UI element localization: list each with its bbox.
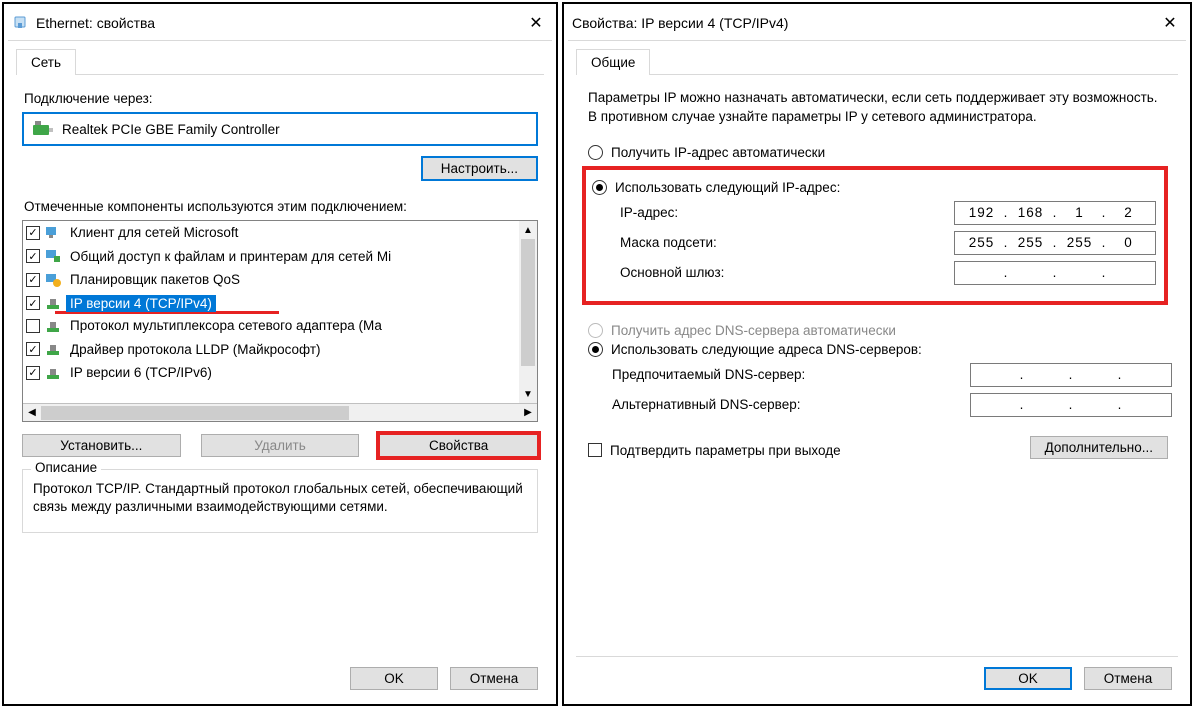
checkbox-icon[interactable] <box>26 249 40 263</box>
gateway-input[interactable]: . . . <box>954 261 1156 285</box>
titlebar: Свойства: IP версии 4 (TCP/IPv4) ✕ <box>564 4 1190 40</box>
close-icon[interactable]: ✕ <box>524 11 548 35</box>
ip-address-input[interactable]: 192. 168. 1. 2 <box>954 201 1156 225</box>
alt-dns-label: Альтернативный DNS-сервер: <box>612 397 970 412</box>
checkbox-icon[interactable] <box>26 342 40 356</box>
ethernet-plug-icon <box>12 15 28 31</box>
horizontal-scrollbar[interactable]: ◀ ▶ <box>23 403 537 421</box>
preferred-dns-input[interactable]: . . . <box>970 363 1172 387</box>
adapter-box[interactable]: Realtek PCIe GBE Family Controller <box>22 112 538 146</box>
gateway-row: Основной шлюз: . . . <box>620 261 1156 285</box>
component-label: Клиент для сетей Microsoft <box>66 224 242 241</box>
ok-button[interactable]: OK <box>350 667 438 690</box>
scroll-thumb[interactable] <box>521 239 535 366</box>
description-group: Описание Протокол TCP/IP. Стандартный пр… <box>22 469 538 533</box>
preferred-dns-row: Предпочитаемый DNS-сервер: . . . <box>612 363 1172 387</box>
radio-icon[interactable] <box>588 342 603 357</box>
components-label: Отмеченные компоненты используются этим … <box>24 199 538 214</box>
scroll-up-icon[interactable]: ▲ <box>519 221 537 239</box>
manual-ip-highlight-box: Использовать следующий IP-адрес: IP-адре… <box>582 166 1168 305</box>
component-label: Протокол мультиплексора сетевого адаптер… <box>66 317 386 334</box>
description-title: Описание <box>31 460 101 475</box>
ip-address-label: IP-адрес: <box>620 205 954 220</box>
close-icon[interactable]: ✕ <box>1158 11 1182 35</box>
vertical-scrollbar[interactable]: ▲ ▼ <box>519 221 537 403</box>
ethernet-properties-dialog: Ethernet: свойства ✕ Сеть Подключение че… <box>2 2 558 706</box>
checkbox-icon[interactable] <box>26 273 40 287</box>
cancel-button[interactable]: Отмена <box>1084 667 1172 690</box>
ip-address-row: IP-адрес: 192. 168. 1. 2 <box>620 201 1156 225</box>
scroll-right-icon[interactable]: ▶ <box>519 404 537 422</box>
advanced-button[interactable]: Дополнительно... <box>1030 436 1168 459</box>
titlebar: Ethernet: свойства ✕ <box>4 4 556 40</box>
network-item-icon <box>44 295 62 311</box>
scroll-left-icon[interactable]: ◀ <box>23 404 41 422</box>
ipv4-properties-dialog: Свойства: IP версии 4 (TCP/IPv4) ✕ Общие… <box>562 2 1192 706</box>
checkbox-icon[interactable] <box>26 226 40 240</box>
component-row[interactable]: Общий доступ к файлам и принтерам для се… <box>23 245 537 269</box>
network-item-icon <box>44 225 62 241</box>
component-label: Общий доступ к файлам и принтерам для се… <box>66 248 395 265</box>
cancel-button[interactable]: Отмена <box>450 667 538 690</box>
dialog-title: Ethernet: свойства <box>36 15 524 31</box>
configure-button[interactable]: Настроить... <box>421 156 538 181</box>
radio-icon[interactable] <box>592 180 607 195</box>
alt-dns-row: Альтернативный DNS-сервер: . . . <box>612 393 1172 417</box>
intro-text: Параметры IP можно назначать автоматичес… <box>588 89 1166 127</box>
description-text: Протокол TCP/IP. Стандартный протокол гл… <box>33 480 527 516</box>
component-label: Планировщик пакетов QoS <box>66 271 244 288</box>
tab-general[interactable]: Общие <box>576 49 650 75</box>
tab-strip: Общие <box>564 41 1190 75</box>
checkbox-icon[interactable] <box>26 296 40 310</box>
radio-icon[interactable] <box>588 145 603 160</box>
radio-auto-ip[interactable]: Получить IP-адрес автоматически <box>588 145 1172 160</box>
connect-via-label: Подключение через: <box>24 91 538 106</box>
component-row[interactable]: Клиент для сетей Microsoft <box>23 221 537 245</box>
dialog-title: Свойства: IP версии 4 (TCP/IPv4) <box>572 15 1158 31</box>
component-label: IP версии 4 (TCP/IPv4) <box>66 295 216 312</box>
network-item-icon <box>44 272 62 288</box>
subnet-mask-row: Маска подсети: 255. 255. 255. 0 <box>620 231 1156 255</box>
subnet-mask-input[interactable]: 255. 255. 255. 0 <box>954 231 1156 255</box>
network-item-icon <box>44 365 62 381</box>
radio-icon <box>588 323 603 338</box>
tab-network[interactable]: Сеть <box>16 49 76 75</box>
adapter-icon <box>32 120 54 138</box>
component-row[interactable]: Драйвер протокола LLDP (Майкрософт) <box>23 338 537 362</box>
component-row[interactable]: IP версии 4 (TCP/IPv4) <box>23 292 537 316</box>
component-label: IP версии 6 (TCP/IPv6) <box>66 364 216 381</box>
radio-manual-dns[interactable]: Использовать следующие адреса DNS-сервер… <box>588 342 1172 357</box>
gateway-label: Основной шлюз: <box>620 265 954 280</box>
components-listbox[interactable]: Клиент для сетей Microsoft Общий доступ к… <box>22 220 538 422</box>
component-row[interactable]: Планировщик пакетов QoS <box>23 268 537 292</box>
install-button[interactable]: Установить... <box>22 434 181 457</box>
component-row[interactable]: Протокол мультиплексора сетевого адаптер… <box>23 314 537 338</box>
ok-button[interactable]: OK <box>984 667 1072 690</box>
scroll-down-icon[interactable]: ▼ <box>519 385 537 403</box>
adapter-name: Realtek PCIe GBE Family Controller <box>62 122 280 137</box>
checkbox-icon[interactable] <box>26 319 40 333</box>
tab-strip: Сеть <box>4 41 556 75</box>
preferred-dns-label: Предпочитаемый DNS-сервер: <box>612 367 970 382</box>
checkbox-icon[interactable] <box>26 366 40 380</box>
alt-dns-input[interactable]: . . . <box>970 393 1172 417</box>
properties-button[interactable]: Свойства <box>379 434 538 457</box>
network-item-icon <box>44 341 62 357</box>
component-label: Драйвер протокола LLDP (Майкрософт) <box>66 341 325 358</box>
radio-manual-ip[interactable]: Использовать следующий IP-адрес: <box>592 180 1156 195</box>
subnet-mask-label: Маска подсети: <box>620 235 954 250</box>
network-item-icon <box>44 318 62 334</box>
component-row[interactable]: IP версии 6 (TCP/IPv6) <box>23 361 537 385</box>
radio-auto-dns: Получить адрес DNS-сервера автоматически <box>588 323 1172 338</box>
network-item-icon <box>44 248 62 264</box>
scroll-thumb[interactable] <box>41 406 349 420</box>
remove-button: Удалить <box>201 434 360 457</box>
